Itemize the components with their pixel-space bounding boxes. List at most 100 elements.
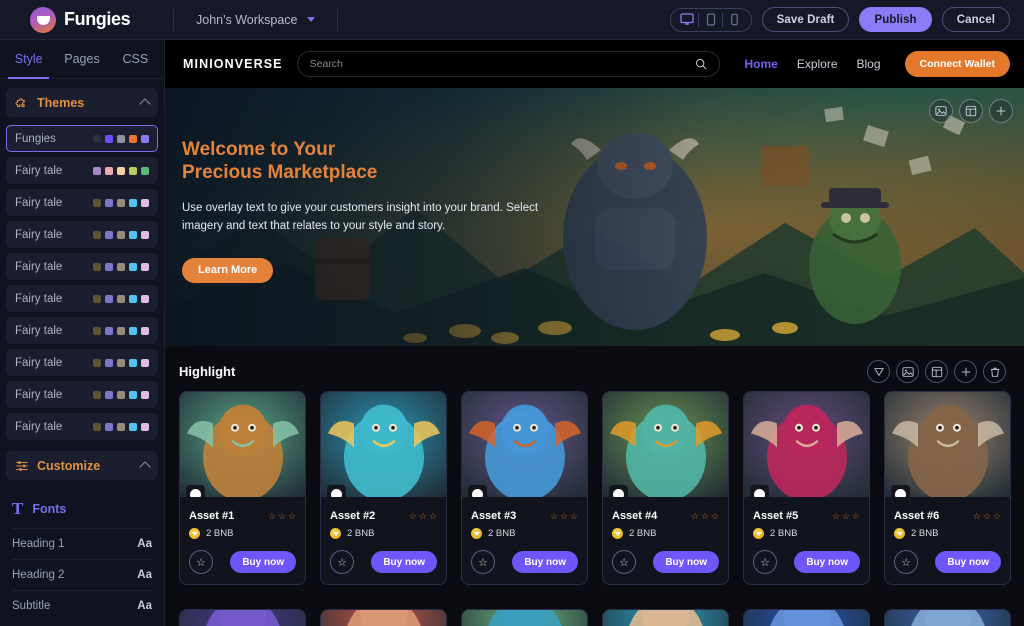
rating-star[interactable]: ☆ [429, 511, 437, 521]
theme-row[interactable]: Fairy tale [6, 285, 158, 312]
rating-star[interactable]: ☆ [701, 511, 709, 521]
asset-card[interactable] [884, 609, 1011, 626]
rating-star[interactable]: ☆ [993, 511, 1001, 521]
favorite-star-icon[interactable]: ☆ [753, 550, 777, 574]
nav-link-blog[interactable]: Blog [857, 57, 881, 71]
asset-card-actions: ☆ Buy now [471, 550, 578, 574]
asset-card[interactable]: Asset #4 ☆ ☆ ☆ 2 BNB ☆ Buy now [602, 391, 729, 585]
search-input[interactable] [309, 58, 690, 70]
theme-name: Fairy tale [15, 388, 63, 401]
trash-icon[interactable] [983, 360, 1006, 383]
editor-topbar: Fungies John's Workspace Save Draft Publ… [0, 0, 1024, 40]
rating-star[interactable]: ☆ [419, 511, 427, 521]
asset-card[interactable] [320, 609, 447, 626]
color-swatch [129, 294, 137, 303]
themes-title: Themes [37, 95, 85, 110]
cancel-button[interactable]: Cancel [941, 7, 1010, 32]
font-row[interactable]: Heading 1 Aa [12, 528, 152, 559]
funnel-icon[interactable] [867, 360, 890, 383]
rating-stars[interactable]: ☆ ☆ ☆ [550, 511, 578, 521]
buy-now-button[interactable]: Buy now [371, 551, 437, 573]
nav-link-explore[interactable]: Explore [797, 57, 838, 71]
rating-star[interactable]: ☆ [570, 511, 578, 521]
site-logo[interactable]: MINIONVERSE [183, 57, 283, 71]
workspace-selector[interactable]: John's Workspace [196, 13, 315, 27]
rating-stars[interactable]: ☆ ☆ ☆ [268, 511, 296, 521]
rating-star[interactable]: ☆ [711, 511, 719, 521]
brand[interactable]: Fungies [0, 6, 165, 33]
rating-stars[interactable]: ☆ ☆ ☆ [832, 511, 860, 521]
color-swatch [105, 134, 113, 143]
image-icon[interactable] [896, 360, 919, 383]
favorite-star-icon[interactable]: ☆ [471, 550, 495, 574]
rating-star[interactable]: ☆ [560, 511, 568, 521]
sidebar-scroll[interactable]: Themes Fungies Fairy tale Fairy tale Fairy … [0, 79, 164, 626]
rating-stars[interactable]: ☆ ☆ ☆ [973, 511, 1001, 521]
asset-card[interactable]: Asset #1 ☆ ☆ ☆ 2 BNB ☆ Buy now [179, 391, 306, 585]
asset-card[interactable] [602, 609, 729, 626]
tablet-icon[interactable] [697, 9, 723, 31]
asset-price-row: 2 BNB [189, 528, 296, 539]
plus-icon[interactable] [989, 99, 1013, 123]
asset-card[interactable]: Asset #5 ☆ ☆ ☆ 2 BNB ☆ Buy now [743, 391, 870, 585]
sidebar-tab-css[interactable]: CSS [109, 40, 162, 78]
mobile-icon[interactable] [721, 9, 747, 31]
rating-star[interactable]: ☆ [983, 511, 991, 521]
buy-now-button[interactable]: Buy now [794, 551, 860, 573]
theme-row[interactable]: Fairy tale [6, 381, 158, 408]
layout-icon[interactable] [959, 99, 983, 123]
favorite-star-icon[interactable]: ☆ [330, 550, 354, 574]
asset-card[interactable]: Asset #2 ☆ ☆ ☆ 2 BNB ☆ Buy now [320, 391, 447, 585]
sidebar-tab-pages[interactable]: Pages [55, 40, 108, 78]
buy-now-button[interactable]: Buy now [653, 551, 719, 573]
asset-card[interactable] [179, 609, 306, 626]
theme-row[interactable]: Fairy tale [6, 221, 158, 248]
theme-row[interactable]: Fairy tale [6, 253, 158, 280]
desktop-icon[interactable] [675, 9, 699, 31]
image-icon[interactable] [929, 99, 953, 123]
rating-star[interactable]: ☆ [288, 511, 296, 521]
rating-star[interactable]: ☆ [278, 511, 286, 521]
asset-card[interactable] [743, 609, 870, 626]
asset-card[interactable] [461, 609, 588, 626]
rating-star[interactable]: ☆ [268, 511, 276, 521]
plus-icon[interactable] [954, 360, 977, 383]
layout-icon[interactable] [925, 360, 948, 383]
asset-card[interactable]: Asset #3 ☆ ☆ ☆ 2 BNB ☆ Buy now [461, 391, 588, 585]
rating-star[interactable]: ☆ [973, 511, 981, 521]
chevron-down-icon [306, 17, 315, 22]
save-draft-button[interactable]: Save Draft [761, 7, 850, 32]
favorite-star-icon[interactable]: ☆ [189, 550, 213, 574]
theme-row[interactable]: Fairy tale [6, 189, 158, 216]
theme-row[interactable]: Fairy tale [6, 349, 158, 376]
font-row[interactable]: Heading 2 Aa [12, 559, 152, 590]
rating-stars[interactable]: ☆ ☆ ☆ [409, 511, 437, 521]
publish-button[interactable]: Publish [859, 7, 932, 32]
nav-link-home[interactable]: Home [744, 57, 777, 71]
favorite-star-icon[interactable]: ☆ [612, 550, 636, 574]
theme-row[interactable]: Fungies [6, 125, 158, 152]
theme-row[interactable]: Fairy tale [6, 413, 158, 440]
sidebar-tab-style[interactable]: Style [2, 40, 55, 79]
learn-more-button[interactable]: Learn More [182, 257, 274, 283]
customize-section-header[interactable]: Customize [6, 451, 158, 480]
theme-row[interactable]: Fairy tale [6, 157, 158, 184]
asset-card[interactable]: Asset #6 ☆ ☆ ☆ 2 BNB ☆ Buy now [884, 391, 1011, 585]
buy-now-button[interactable]: Buy now [230, 551, 296, 573]
rating-star[interactable]: ☆ [409, 511, 417, 521]
rating-star[interactable]: ☆ [691, 511, 699, 521]
search-bar[interactable] [296, 51, 721, 77]
rating-star[interactable]: ☆ [842, 511, 850, 521]
rating-stars[interactable]: ☆ ☆ ☆ [691, 511, 719, 521]
rating-star[interactable]: ☆ [832, 511, 840, 521]
connect-wallet-button[interactable]: Connect Wallet [904, 51, 1010, 77]
favorite-star-icon[interactable]: ☆ [894, 550, 918, 574]
rating-star[interactable]: ☆ [550, 511, 558, 521]
themes-section-header[interactable]: Themes [6, 88, 158, 117]
buy-now-button[interactable]: Buy now [935, 551, 1001, 573]
rating-star[interactable]: ☆ [852, 511, 860, 521]
buy-now-button[interactable]: Buy now [512, 551, 578, 573]
font-row[interactable]: Subtitle Aa [12, 590, 152, 621]
theme-row[interactable]: Fairy tale [6, 317, 158, 344]
color-swatch [105, 390, 113, 399]
